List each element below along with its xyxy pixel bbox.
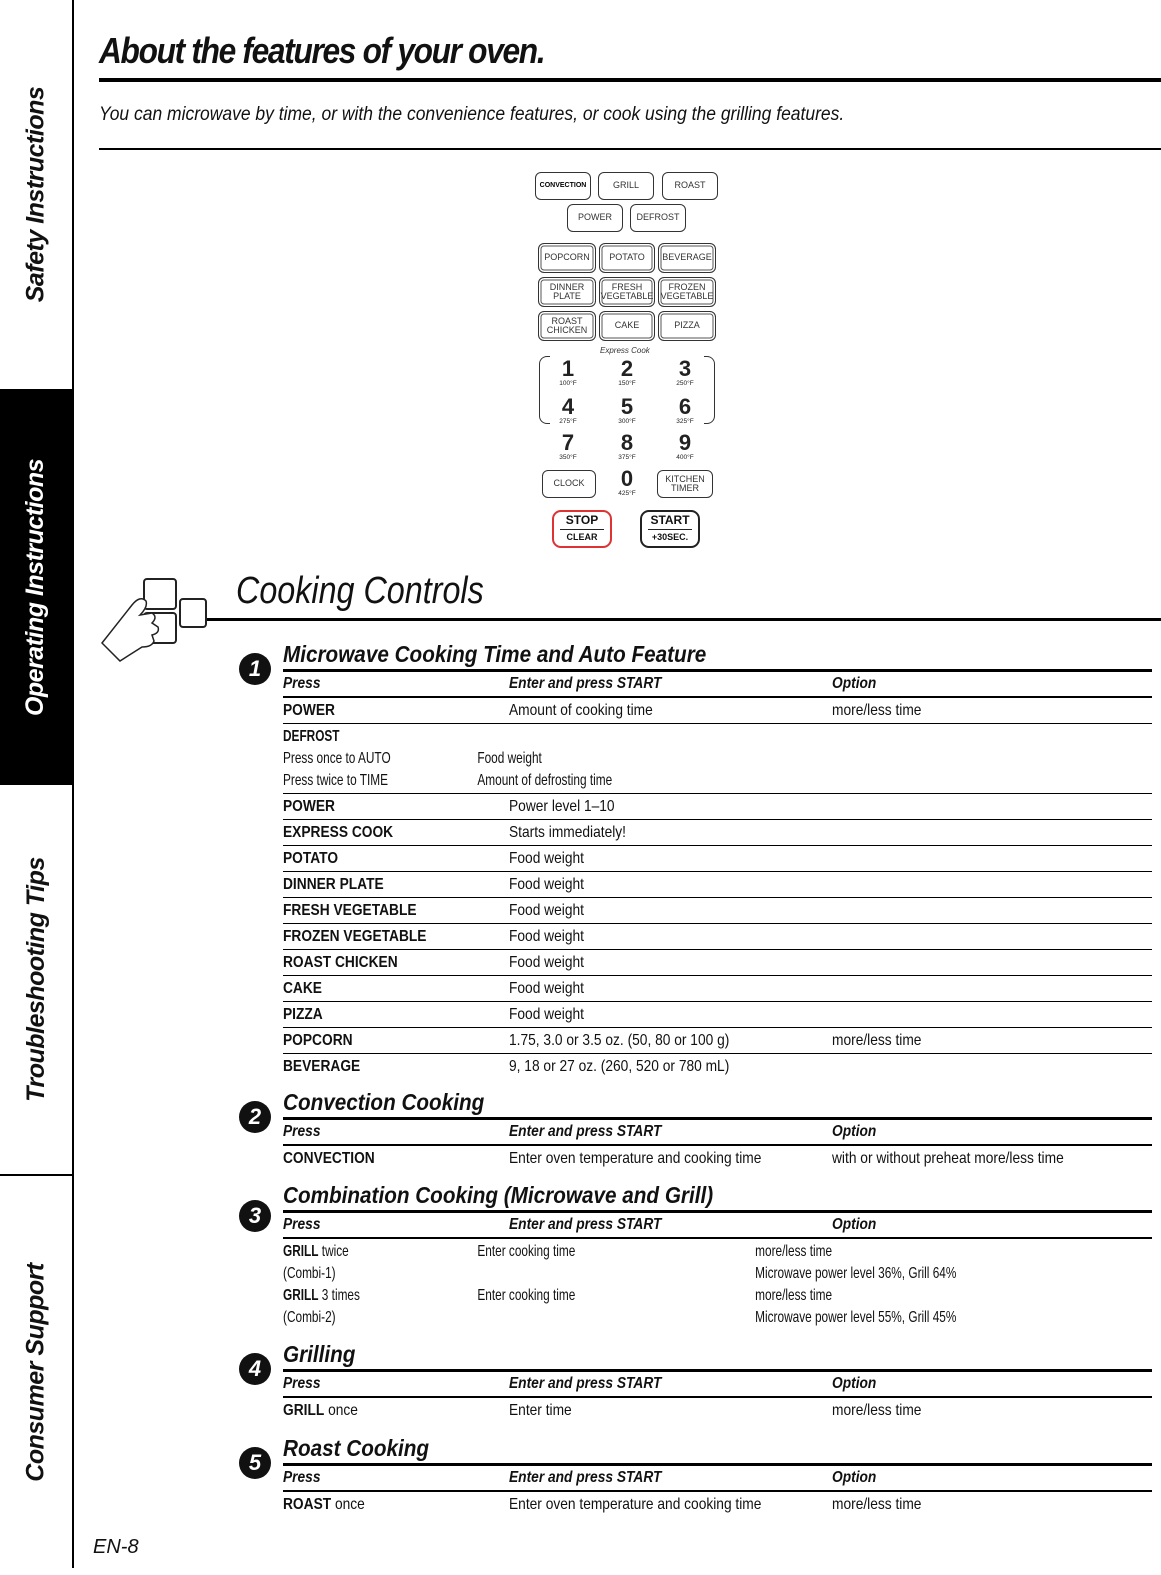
hand-pressing-button-icon (100, 578, 207, 662)
side-tab-operating-instructions[interactable]: Operating Instructions (0, 391, 72, 785)
side-tabs: Safety Instructions Operating Instructio… (0, 0, 74, 1568)
page-title: About the features of your oven. (99, 30, 546, 71)
cooking-controls-title: Cooking Controls (236, 570, 484, 612)
side-tab-label: Operating Instructions (21, 458, 50, 716)
section-number-badge: 4 (239, 1353, 271, 1385)
section-number-badge: 1 (239, 653, 271, 685)
table-row: DINNER PLATE Food weight (283, 872, 1152, 898)
key-beverage: BEVERAGE (658, 243, 716, 273)
key-potato: POTATO (599, 243, 655, 273)
table-row: POWER Power level 1–10 (283, 794, 1152, 820)
key-2: 2 150°F (618, 356, 636, 388)
table-row: POWER Amount of cooking time more/less tim… (283, 698, 1152, 724)
section-roast-cooking: 5 Roast Cooking Press Enter and press STA… (239, 1433, 1152, 1517)
section-convection-cooking: 2 Convection Cooking Press Enter and pres… (239, 1087, 1152, 1171)
section-number-badge: 2 (239, 1101, 271, 1133)
table-header: Press Enter and press START Option (283, 1210, 1152, 1239)
key-4: 4 275°F (559, 394, 577, 426)
section-grilling: 4 Grilling Press Enter and press START Opt… (239, 1339, 1152, 1423)
key-frozen-vegetable: FROZEN VEGETABLE (658, 277, 716, 307)
key-start: START +30SEC. (640, 510, 700, 548)
section-title: Grilling (283, 1341, 356, 1367)
cooking-controls-divider (207, 618, 1161, 621)
table-row: GRILL twice Enter cooking time more/less t… (283, 1243, 957, 1326)
key-9: 9 400°F (676, 430, 694, 462)
section-title: Convection Cooking (283, 1089, 485, 1115)
key-fresh-vegetable: FRESH VEGETABLE (599, 277, 655, 307)
table-header: Press Enter and press START Option (283, 669, 1152, 698)
key-6: 6 325°F (676, 394, 694, 426)
key-stop-clear: STOP CLEAR (552, 510, 612, 548)
key-dinner-plate: DINNER PLATE (538, 277, 596, 307)
key-cake: CAKE (599, 311, 655, 341)
table-row: EXPRESS COOK Starts immediately! (283, 820, 1152, 846)
table-header: Press Enter and press START Option (283, 1369, 1152, 1398)
table-row: ROAST once Enter oven temperature and coo… (283, 1496, 922, 1513)
subtitle-divider (99, 148, 1161, 150)
page-number: EN-8 (93, 1536, 139, 1558)
section-number-badge: 3 (239, 1200, 271, 1232)
table-row: DEFROST Press once to AUTO Food weight Pr… (283, 724, 1152, 794)
express-bracket-right (704, 356, 715, 424)
key-roast-chicken: ROAST CHICKEN (538, 311, 596, 341)
table-row: FRESH VEGETABLE Food weight (283, 898, 1152, 924)
table-header: Press Enter and press START Option (283, 1463, 1152, 1492)
table-row: ROAST CHICKEN Food weight (283, 950, 1152, 976)
side-tab-safety-instructions[interactable]: Safety Instructions (0, 0, 72, 391)
page-subtitle: You can microwave by time, or with the c… (99, 104, 845, 125)
section-microwave-cooking: 1 Microwave Cooking Time and Auto Featur… (239, 639, 1152, 1079)
section-title: Combination Cooking (Microwave and Grill… (283, 1182, 714, 1208)
table-row: POTATO Food weight (283, 846, 1152, 872)
side-tab-label: Consumer Support (21, 1262, 50, 1482)
table-row: POPCORN 1.75, 3.0 or 3.5 oz. (50, 80 or 1… (283, 1028, 1152, 1054)
table-row: FROZEN VEGETABLE Food weight (283, 924, 1152, 950)
key-8: 8 375°F (618, 430, 636, 462)
section-number-badge: 5 (239, 1447, 271, 1479)
key-roast: ROAST (662, 172, 718, 200)
side-tab-label: Troubleshooting Tips (21, 857, 50, 1102)
key-grill: GRILL (598, 172, 654, 200)
table-row: PIZZA Food weight (283, 1002, 1152, 1028)
key-0: 0 425°F (618, 466, 636, 498)
key-7: 7 350°F (559, 430, 577, 462)
key-popcorn: POPCORN (538, 243, 596, 273)
table-row: BEVERAGE 9, 18 or 27 oz. (260, 520 or 780… (283, 1058, 730, 1075)
section-combination-cooking: 3 Combination Cooking (Microwave and Gri… (239, 1180, 1152, 1330)
table-row: GRILL once Enter time more/less time (283, 1402, 922, 1419)
key-1: 1 100°F (559, 356, 577, 388)
key-3: 3 250°F (676, 356, 694, 388)
section-title: Microwave Cooking Time and Auto Feature (283, 641, 707, 667)
key-5: 5 300°F (618, 394, 636, 426)
table-row: CONVECTION Enter oven temperature and coo… (283, 1150, 1064, 1167)
express-cook-label: Express Cook (600, 346, 650, 355)
side-tab-label: Safety Instructions (21, 86, 50, 303)
key-power: POWER (567, 204, 623, 232)
key-pizza: PIZZA (658, 311, 716, 341)
title-divider (99, 78, 1161, 82)
side-tab-consumer-support[interactable]: Consumer Support (0, 1176, 72, 1568)
key-kitchen-timer: KITCHEN TIMER (657, 470, 713, 498)
side-tab-troubleshooting-tips[interactable]: Troubleshooting Tips (0, 785, 72, 1176)
table-header: Press Enter and press START Option (283, 1117, 1152, 1146)
key-defrost: DEFROST (630, 204, 686, 232)
table-row: CAKE Food weight (283, 976, 1152, 1002)
key-convection: CONVECTION (535, 172, 591, 200)
key-clock: CLOCK (542, 470, 596, 498)
section-title: Roast Cooking (283, 1435, 430, 1461)
